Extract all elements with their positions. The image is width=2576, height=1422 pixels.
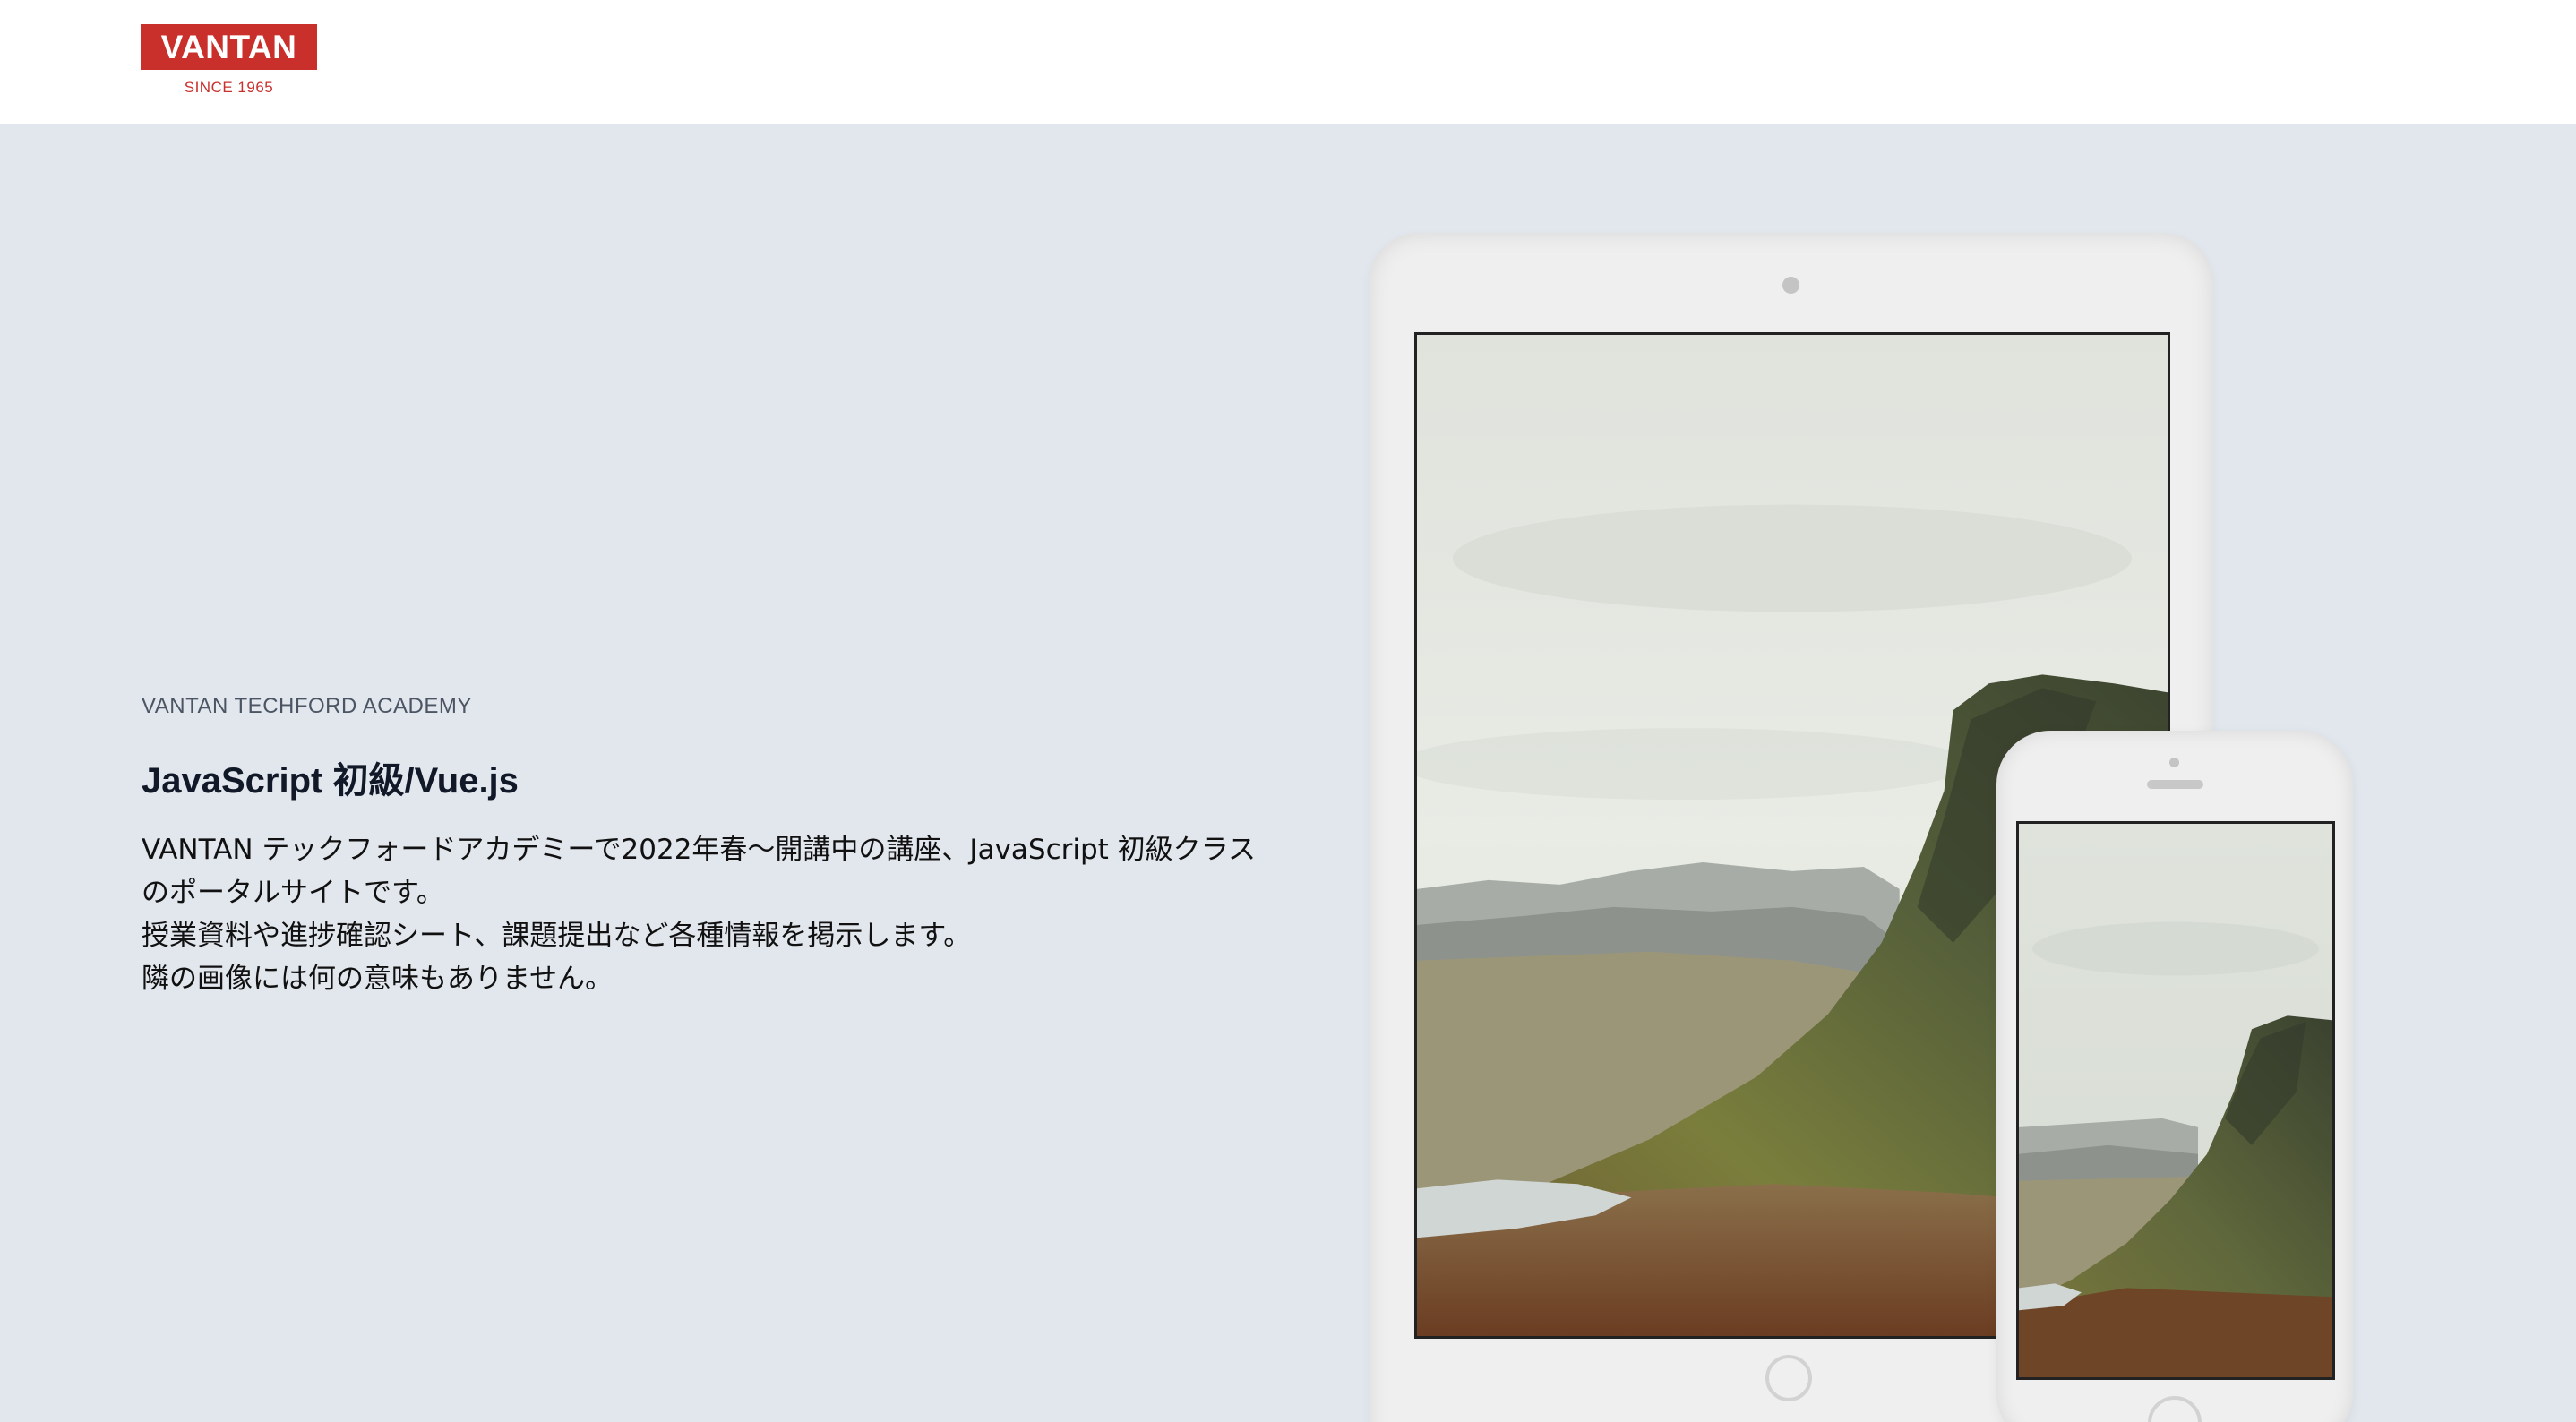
description-line: 授業資料や進捗確認シート、課題提出など各種情報を掲示します。 <box>142 920 972 952</box>
hero-text: VANTAN TECHFORD ACADEMY JavaScript 初級/Vu… <box>142 694 1306 1000</box>
phone-speaker <box>2147 780 2203 789</box>
course-title: JavaScript 初級/Vue.js <box>142 761 519 801</box>
phone-camera-icon <box>2169 758 2179 767</box>
tablet-camera-icon <box>1782 277 1799 294</box>
phone-home-button <box>2148 1396 2202 1422</box>
description-line: 隣の画像には何の意味もありません。 <box>142 963 614 995</box>
vantan-logo[interactable]: VANTAN SINCE 1965 <box>141 24 317 97</box>
logo-tagline: SINCE 1965 <box>184 79 274 96</box>
mountain-landscape-image <box>2019 824 2332 1377</box>
hero-section: VANTAN TECHFORD ACADEMY JavaScript 初級/Vu… <box>0 124 2576 1422</box>
description-line: のポータルサイトです。 <box>142 877 444 909</box>
phone-mockup <box>1996 731 2353 1422</box>
site-header: VANTAN SINCE 1965 <box>0 0 2576 124</box>
logo-wordmark: VANTAN <box>141 24 317 70</box>
phone-screen-image <box>2016 821 2335 1380</box>
description-line: VANTAN テックフォードアカデミーで2022年春〜開講中の講座、JavaSc… <box>142 834 1257 866</box>
hero-description: VANTAN テックフォードアカデミーで2022年春〜開講中の講座、JavaSc… <box>142 828 1306 1000</box>
academy-label: VANTAN TECHFORD ACADEMY <box>142 694 472 718</box>
tablet-home-button <box>1765 1355 1812 1401</box>
